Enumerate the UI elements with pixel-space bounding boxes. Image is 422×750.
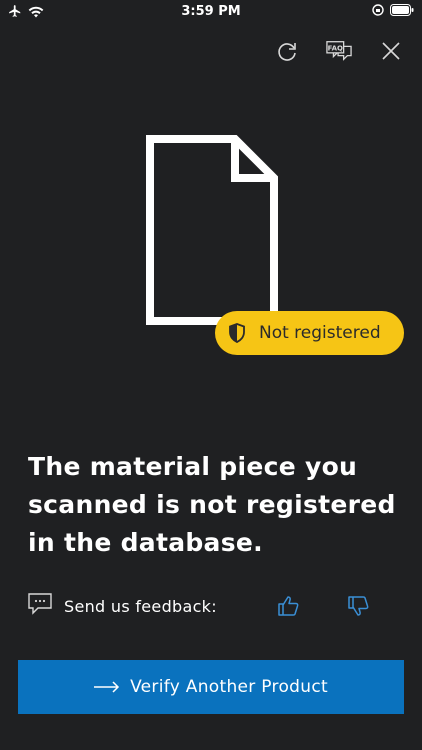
verify-button-label: Verify Another Product [130, 677, 328, 697]
faq-icon-text: FAQ [328, 45, 343, 53]
orientation-lock-icon [372, 4, 384, 20]
top-actions: FAQ [274, 38, 404, 64]
faq-icon[interactable]: FAQ [326, 38, 352, 64]
arrow-right-icon [94, 681, 120, 693]
status-badge-label: Not registered [259, 323, 381, 343]
status-badge: Not registered [215, 311, 404, 355]
thumbs-down-icon[interactable] [346, 594, 370, 618]
verify-another-product-button[interactable]: Verify Another Product [18, 660, 404, 714]
refresh-icon[interactable] [274, 38, 300, 64]
thumbs-up-icon[interactable] [276, 594, 300, 618]
document-icon [145, 134, 279, 326]
status-bar: 3:59 PM [0, 0, 422, 24]
result-headline: The material piece you scanned is not re… [28, 452, 396, 557]
chat-icon [28, 593, 52, 619]
close-icon[interactable] [378, 38, 404, 64]
feedback-row: Send us feedback: [28, 592, 388, 620]
shield-icon [229, 323, 245, 343]
feedback-label: Send us feedback: [64, 596, 217, 616]
status-right [372, 4, 414, 20]
battery-icon [390, 4, 414, 20]
status-time: 3:59 PM [181, 4, 241, 19]
